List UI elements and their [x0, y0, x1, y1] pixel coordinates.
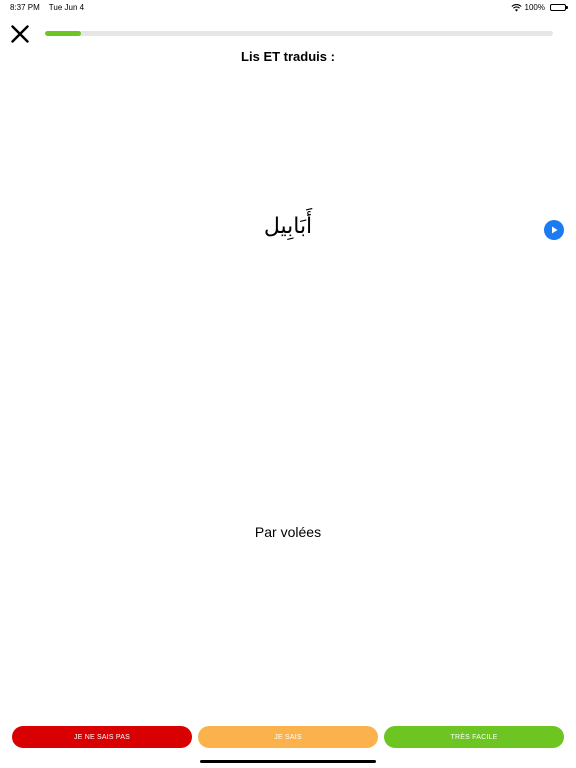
wifi-icon [510, 4, 522, 12]
progress-bar [45, 31, 553, 36]
status-bar-left: 8:37 PM Tue Jun 4 [10, 3, 84, 12]
very-easy-button[interactable]: TRÈS FACILE [384, 726, 564, 748]
audio-play-button[interactable] [544, 220, 564, 240]
close-button[interactable] [8, 22, 32, 46]
progress-fill [45, 31, 81, 36]
instruction-title: Lis ET traduis : [241, 49, 335, 64]
dont-know-label: JE NE SAIS PAS [74, 733, 130, 741]
arabic-word: أَبَابِيل [263, 214, 313, 239]
flashcard-screen: 8:37 PM Tue Jun 4 100% Lis ET traduis : … [0, 0, 576, 768]
very-easy-label: TRÈS FACILE [450, 733, 498, 741]
battery-percent: 100% [524, 3, 545, 12]
battery-icon [550, 4, 568, 11]
status-time: 8:37 PM [10, 3, 40, 12]
know-label: JE SAIS [274, 733, 302, 741]
home-indicator[interactable] [200, 760, 376, 763]
close-icon [11, 25, 29, 43]
status-date: Tue Jun 4 [48, 3, 85, 12]
translation-text: Par volées [254, 524, 322, 540]
dont-know-button[interactable]: JE NE SAIS PAS [12, 726, 192, 748]
know-button[interactable]: JE SAIS [198, 726, 378, 748]
play-icon [552, 226, 558, 234]
status-bar-right: 100% [510, 3, 568, 12]
